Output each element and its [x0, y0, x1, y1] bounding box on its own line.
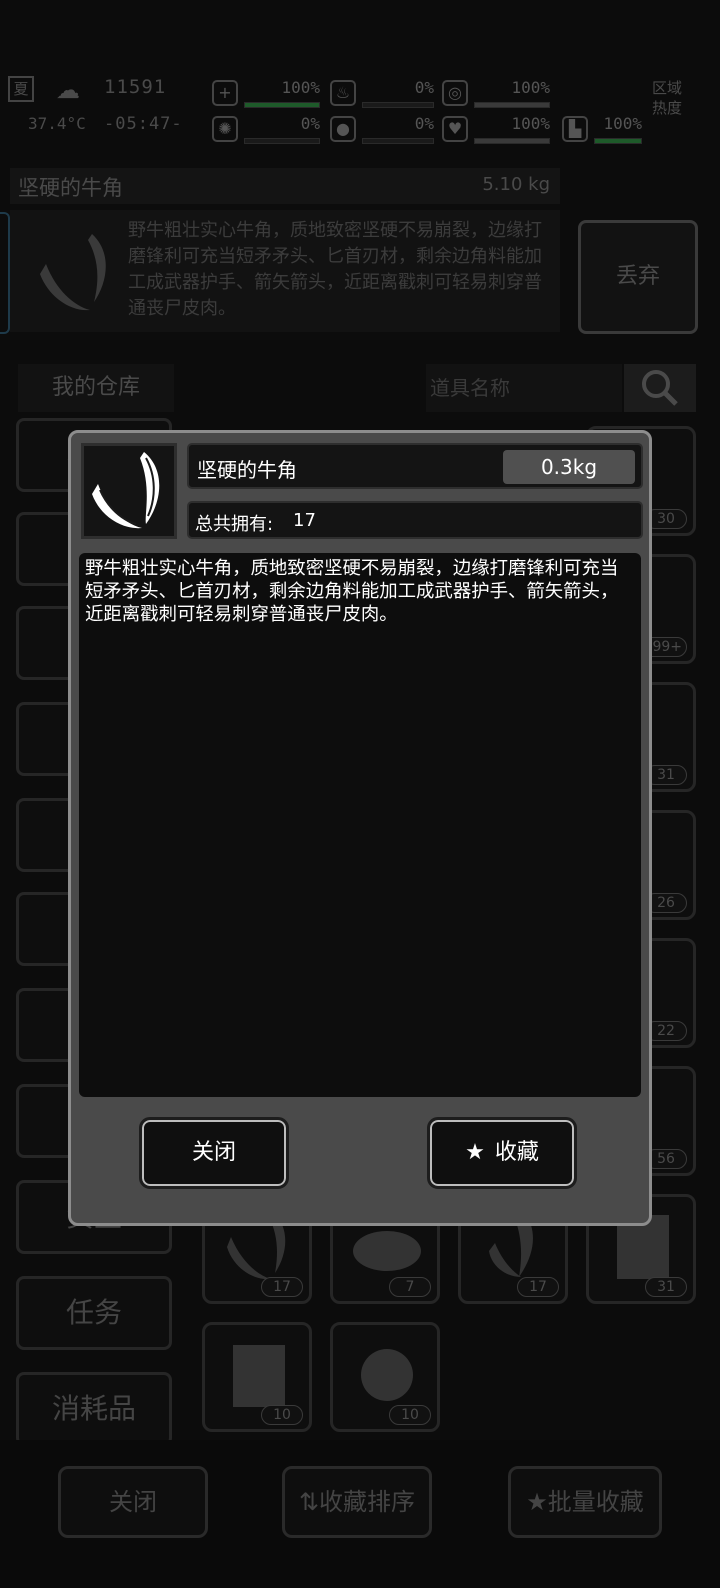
batch-favorite-label: 批量收藏	[547, 1488, 644, 1516]
item-name-bar: 坚硬的牛角 0.3kg	[187, 443, 643, 489]
sort-icon: ⇅	[298, 1488, 320, 1516]
stat-mood: ♥ 100%	[442, 112, 550, 146]
search-icon	[642, 370, 678, 406]
medkit-icon: +	[212, 80, 238, 106]
sort-favorites-label: 收藏排序	[319, 1488, 416, 1516]
item-detail-dialog: 坚硬的牛角 0.3kg 总共拥有: 17 野牛粗壮实心牛角，质地致密坚硬不易崩裂…	[68, 430, 652, 1226]
favorite-label: 收藏	[494, 1140, 539, 1165]
horn-icon	[40, 234, 106, 311]
stat-bar-fill	[595, 139, 641, 143]
blood-drop-icon: ●	[330, 116, 356, 142]
stat-value: 0%	[414, 78, 434, 97]
owned-count: 17	[293, 510, 316, 531]
item-count: 31	[645, 1277, 687, 1297]
search-button[interactable]	[624, 364, 696, 412]
category-consumables[interactable]: 消耗品	[16, 1372, 172, 1446]
close-button[interactable]: 关闭	[139, 1117, 289, 1189]
selected-item-weight: 5.10 kg	[482, 174, 550, 195]
selected-item-name: 坚硬的牛角	[18, 176, 123, 200]
boot-icon: ▙	[562, 116, 588, 142]
item-count: 17	[261, 1277, 303, 1297]
tab-my-storage[interactable]: 我的仓库	[18, 364, 174, 412]
side-handle[interactable]	[0, 212, 10, 334]
stat-value: 100%	[603, 114, 642, 133]
item-weight: 0.3kg	[503, 450, 635, 484]
item-count: 10	[261, 1405, 303, 1425]
herb-icon	[361, 1349, 413, 1401]
heart-icon: ♥	[442, 116, 468, 142]
stat-infection: ✺ 0%	[212, 112, 320, 146]
stat-bleeding: ● 0%	[330, 112, 434, 146]
batch-favorite-button[interactable]: ★批量收藏	[508, 1466, 662, 1538]
season-badge: 夏	[8, 76, 34, 102]
inventory-slot[interactable]: 10	[330, 1322, 440, 1432]
stat-value: 0%	[300, 114, 320, 133]
temperature: 37.4°C	[28, 114, 86, 133]
stat-medicine: ◎ 100%	[442, 76, 550, 110]
close-inventory-button[interactable]: 关闭	[58, 1466, 208, 1538]
day-counter: 11591	[104, 76, 167, 98]
stat-value: 0%	[414, 114, 434, 133]
infection-icon: ✺	[212, 116, 238, 142]
cloth-icon	[233, 1345, 285, 1407]
horn-icon	[92, 452, 160, 529]
stat-bar-fill	[245, 103, 319, 107]
stat-stamina: ▙ 100%	[562, 112, 642, 146]
stat-value: 100%	[281, 78, 320, 97]
status-bar: 夏 ☁ 37.4°C 11591 -05:47- + 100% ♨ 0% ◎ 1…	[0, 70, 720, 150]
stat-value: 100%	[511, 114, 550, 133]
game-clock: 11591 -05:47-	[104, 74, 200, 142]
area-heat-label: 区域热度	[652, 79, 683, 117]
category-quests[interactable]: 任务	[16, 1276, 172, 1350]
star-icon: ★	[526, 1488, 548, 1516]
stomach-icon: ♨	[330, 80, 356, 106]
item-name: 坚硬的牛角	[197, 458, 297, 482]
sort-favorites-button[interactable]: ⇅收藏排序	[282, 1466, 432, 1538]
item-count: 10	[389, 1405, 431, 1425]
selected-item-description: 野牛粗壮实心牛角，质地致密坚硬不易崩裂，边缘打磨锋利可充当短矛矛头、匕首刃材，剩…	[128, 220, 542, 319]
rain-cloud-icon: ☁	[56, 76, 80, 104]
owned-label: 总共拥有:	[195, 514, 274, 535]
item-count: 17	[517, 1277, 559, 1297]
favorite-button[interactable]: ★ 收藏	[427, 1117, 577, 1189]
stat-bar-fill	[475, 103, 549, 107]
stat-bar-fill	[475, 139, 549, 143]
capsule-icon: ◎	[442, 80, 468, 106]
selected-item-panel: 野牛粗壮实心牛角，质地致密坚硬不易崩裂，边缘打磨锋利可充当短矛矛头、匕首刃材，剩…	[10, 210, 560, 332]
item-count: 7	[389, 1277, 431, 1297]
search-input[interactable]: 道具名称	[426, 364, 622, 412]
item-description: 野牛粗壮实心牛角，质地致密坚硬不易崩裂，边缘打磨锋利可充当短矛矛头、匕首刃材，剩…	[79, 553, 641, 1097]
stat-value: 100%	[511, 78, 550, 97]
inventory-slot[interactable]: 10	[202, 1322, 312, 1432]
discard-button[interactable]: 丢弃	[578, 220, 698, 334]
item-icon-frame	[81, 443, 177, 539]
stat-hunger: ♨ 0%	[330, 76, 434, 110]
stat-health: + 100%	[212, 76, 320, 110]
selected-item-header: 坚硬的牛角 5.10 kg	[10, 168, 560, 204]
owned-count-bar: 总共拥有: 17	[187, 501, 643, 539]
star-icon: ★	[465, 1140, 485, 1165]
weather-panel: 夏 ☁ 37.4°C	[6, 74, 100, 142]
time-display: -05:47-	[104, 114, 183, 134]
